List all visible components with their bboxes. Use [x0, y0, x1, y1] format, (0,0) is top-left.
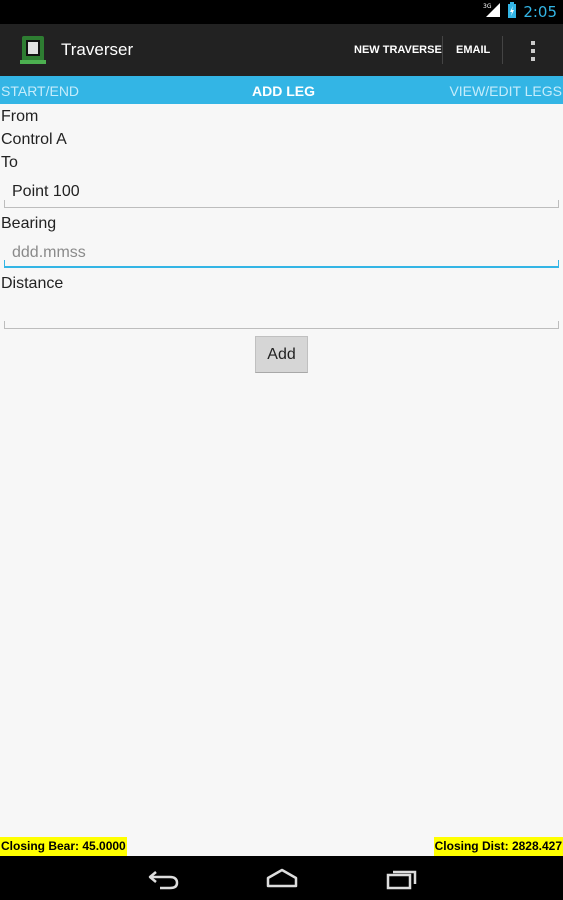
bearing-label: Bearing — [1, 215, 57, 232]
add-button[interactable]: Add — [255, 336, 308, 373]
action-divider — [442, 36, 443, 64]
tab-start-end[interactable]: START/END — [1, 83, 79, 99]
back-icon[interactable] — [146, 866, 180, 890]
recent-apps-icon[interactable] — [385, 866, 419, 890]
app-title: Traverser — [61, 40, 134, 59]
tab-view-edit-legs[interactable]: VIEW/EDIT LEGS — [449, 83, 562, 99]
from-label: From — [1, 108, 39, 125]
distance-label: Distance — [1, 275, 64, 292]
home-icon[interactable] — [265, 866, 299, 890]
signal-icon: 3G — [483, 2, 501, 23]
tab-add-leg[interactable]: ADD LEG — [252, 83, 315, 99]
to-label: To — [1, 154, 18, 171]
action-bar: Traverser NEW TRAVERSE EMAIL — [0, 24, 563, 76]
network-type-label: 3G — [483, 3, 492, 10]
navigation-bar — [0, 856, 563, 900]
to-field-underline — [4, 200, 559, 208]
status-time: 2:05 — [523, 3, 557, 21]
closing-bearing: Closing Bear: 45.0000 — [0, 837, 127, 856]
status-icons: 3G 2:05 — [483, 0, 557, 24]
closing-distance: Closing Dist: 2828.427 — [433, 837, 563, 856]
status-bar: 3G 2:05 — [0, 0, 563, 24]
tab-bar: START/END ADD LEG VIEW/EDIT LEGS — [0, 76, 563, 104]
from-value: Control A — [1, 131, 67, 148]
bearing-field-underline — [4, 260, 559, 268]
email-button[interactable]: EMAIL — [456, 44, 490, 56]
overflow-menu-icon[interactable] — [524, 38, 542, 64]
battery-icon — [507, 1, 517, 23]
distance-field-underline — [4, 321, 559, 329]
app-icon[interactable] — [20, 36, 46, 64]
new-traverse-button[interactable]: NEW TRAVERSE — [354, 44, 442, 56]
action-divider — [502, 36, 503, 64]
